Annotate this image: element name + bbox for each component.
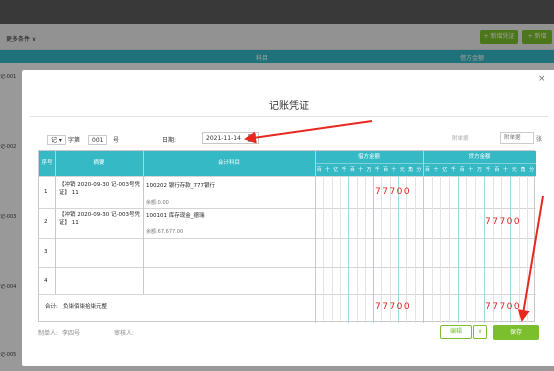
arrow-to-save [517, 195, 544, 322]
arrow-to-date [244, 120, 373, 144]
annotation-arrows [244, 120, 544, 322]
